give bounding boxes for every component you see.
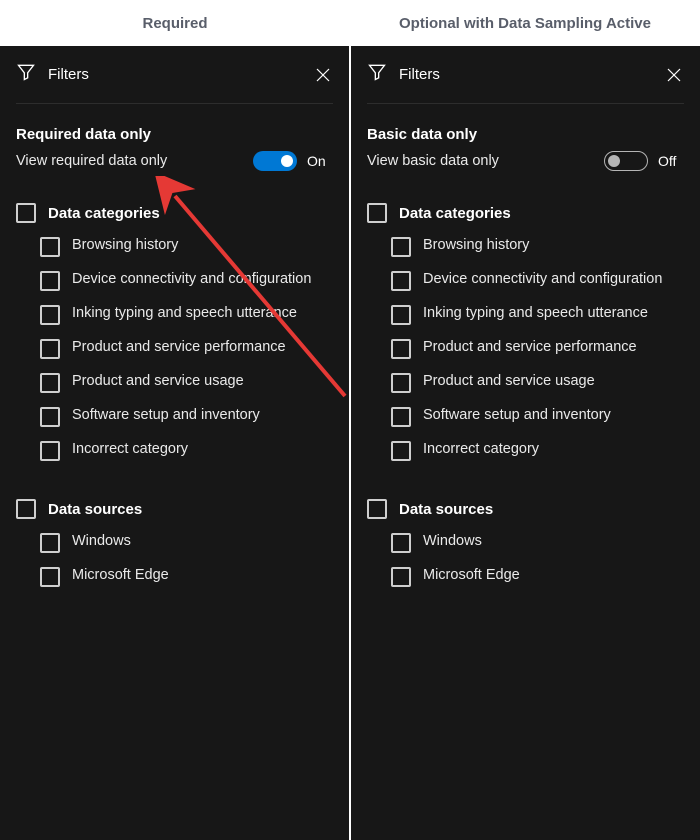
source-label: Microsoft Edge [72, 566, 169, 586]
group-data-categories[interactable]: Data categories [16, 203, 333, 223]
checkbox-category[interactable] [40, 339, 60, 359]
category-label: Device connectivity and configuration [423, 270, 662, 290]
source-item[interactable]: Microsoft Edge [40, 567, 333, 587]
category-item[interactable]: Browsing history [391, 237, 684, 257]
category-label: Inking typing and speech utterance [72, 304, 297, 324]
category-label: Product and service usage [423, 372, 595, 392]
data-sources-title: Data sources [48, 501, 142, 518]
category-label: Browsing history [423, 236, 529, 256]
category-item[interactable]: Product and service usage [391, 373, 684, 393]
sources-list-right: Windows Microsoft Edge [367, 533, 684, 587]
category-item[interactable]: Product and service performance [391, 339, 684, 359]
filters-title: Filters [399, 66, 440, 83]
category-item[interactable]: Inking typing and speech utterance [40, 305, 333, 325]
checkbox-category[interactable] [40, 441, 60, 461]
checkbox-all-sources[interactable] [367, 499, 387, 519]
source-label: Windows [72, 532, 131, 552]
toggle-label-basic: View basic data only [367, 153, 499, 169]
category-label: Product and service performance [72, 338, 286, 358]
checkbox-category[interactable] [391, 441, 411, 461]
panel-optional: Filters Basic data only View basic data … [349, 46, 700, 840]
checkbox-all-categories[interactable] [16, 203, 36, 223]
category-item[interactable]: Software setup and inventory [391, 407, 684, 427]
toggle-required-data[interactable] [253, 151, 297, 171]
checkbox-source[interactable] [391, 567, 411, 587]
group-data-sources[interactable]: Data sources [367, 499, 684, 519]
checkbox-category[interactable] [391, 305, 411, 325]
category-label: Software setup and inventory [423, 406, 611, 426]
sources-list-left: Windows Microsoft Edge [16, 533, 333, 587]
toggle-label-required: View required data only [16, 153, 167, 169]
category-label: Product and service usage [72, 372, 244, 392]
category-label: Incorrect category [423, 440, 539, 460]
checkbox-category[interactable] [391, 237, 411, 257]
section-title-required-data: Required data only [16, 126, 333, 143]
category-item[interactable]: Inking typing and speech utterance [391, 305, 684, 325]
source-label: Windows [423, 532, 482, 552]
checkbox-category[interactable] [40, 305, 60, 325]
source-item[interactable]: Microsoft Edge [391, 567, 684, 587]
checkbox-source[interactable] [40, 567, 60, 587]
categories-list-right: Browsing history Device connectivity and… [367, 237, 684, 461]
checkbox-category[interactable] [40, 407, 60, 427]
source-item[interactable]: Windows [391, 533, 684, 553]
toggle-state-off: Off [658, 153, 684, 169]
category-label: Software setup and inventory [72, 406, 260, 426]
category-item[interactable]: Incorrect category [40, 441, 333, 461]
category-item[interactable]: Software setup and inventory [40, 407, 333, 427]
data-sources-title: Data sources [399, 501, 493, 518]
category-item[interactable]: Product and service performance [40, 339, 333, 359]
group-data-sources[interactable]: Data sources [16, 499, 333, 519]
toggle-basic-data[interactable] [604, 151, 648, 171]
checkbox-category[interactable] [391, 373, 411, 393]
category-item[interactable]: Incorrect category [391, 441, 684, 461]
header-optional: Optional with Data Sampling Active [350, 15, 700, 32]
close-button[interactable] [313, 65, 333, 85]
source-label: Microsoft Edge [423, 566, 520, 586]
checkbox-category[interactable] [40, 373, 60, 393]
category-item[interactable]: Browsing history [40, 237, 333, 257]
filter-icon [16, 62, 36, 87]
checkbox-category[interactable] [391, 271, 411, 291]
group-data-categories[interactable]: Data categories [367, 203, 684, 223]
filters-title: Filters [48, 66, 89, 83]
checkbox-all-sources[interactable] [16, 499, 36, 519]
category-label: Product and service performance [423, 338, 637, 358]
checkbox-source[interactable] [40, 533, 60, 553]
filter-icon [367, 62, 387, 87]
category-label: Inking typing and speech utterance [423, 304, 648, 324]
category-item[interactable]: Device connectivity and configuration [40, 271, 333, 291]
checkbox-all-categories[interactable] [367, 203, 387, 223]
panel-top-bar: Filters [367, 46, 684, 104]
panel-required: Filters Required data only View required… [0, 46, 349, 840]
column-headers: Required Optional with Data Sampling Act… [0, 0, 700, 46]
category-label: Incorrect category [72, 440, 188, 460]
checkbox-category[interactable] [391, 339, 411, 359]
data-categories-title: Data categories [399, 205, 511, 222]
header-required: Required [0, 15, 350, 32]
checkbox-category[interactable] [40, 237, 60, 257]
checkbox-category[interactable] [391, 407, 411, 427]
toggle-row-basic: View basic data only Off [367, 151, 684, 171]
category-label: Browsing history [72, 236, 178, 256]
toggle-state-on: On [307, 153, 333, 169]
category-label: Device connectivity and configuration [72, 270, 311, 290]
source-item[interactable]: Windows [40, 533, 333, 553]
checkbox-source[interactable] [391, 533, 411, 553]
data-categories-title: Data categories [48, 205, 160, 222]
category-item[interactable]: Device connectivity and configuration [391, 271, 684, 291]
category-item[interactable]: Product and service usage [40, 373, 333, 393]
categories-list-left: Browsing history Device connectivity and… [16, 237, 333, 461]
close-button[interactable] [664, 65, 684, 85]
panel-top-bar: Filters [16, 46, 333, 104]
checkbox-category[interactable] [40, 271, 60, 291]
section-title-basic-data: Basic data only [367, 126, 684, 143]
toggle-row-required: View required data only On [16, 151, 333, 171]
